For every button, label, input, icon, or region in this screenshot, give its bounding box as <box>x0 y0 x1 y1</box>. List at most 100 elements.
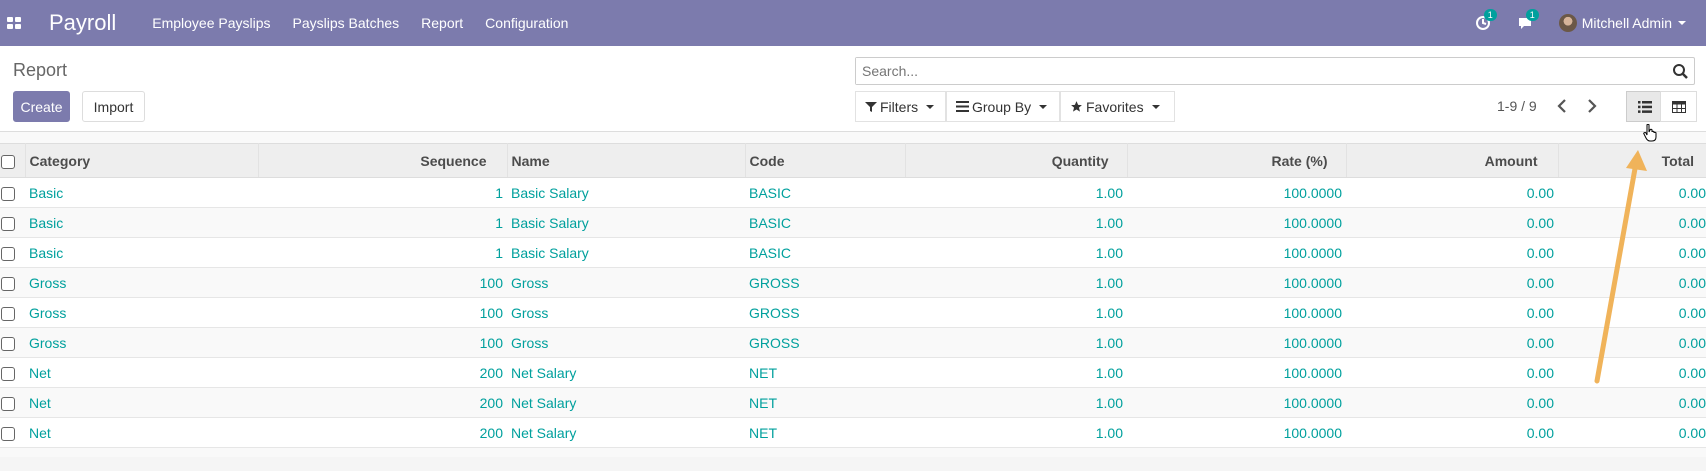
search-box <box>855 57 1695 85</box>
cell-sequence: 200 <box>258 387 507 418</box>
row-checkbox[interactable] <box>0 417 25 448</box>
search-icon[interactable] <box>1672 63 1688 79</box>
cell-code: GROSS <box>745 267 905 298</box>
activity-badge: 1 <box>1483 9 1497 21</box>
column-header-total[interactable]: Total <box>1558 143 1706 178</box>
table-row[interactable]: Net 200 Net Salary NET 1.00 100.0000 0.00 0.00 <box>0 357 1706 388</box>
menu-employee-payslips[interactable]: Employee Payslips <box>152 15 270 31</box>
cell-sequence: 100 <box>258 297 507 328</box>
chat-bubble-icon[interactable]: 1 <box>1517 9 1539 31</box>
row-checkbox[interactable] <box>0 387 25 418</box>
caret-down-icon <box>1151 104 1160 109</box>
cell-sequence: 1 <box>258 177 507 208</box>
control-panel: Report Create Import Filters Group By Fa… <box>0 46 1706 132</box>
messages-badge: 1 <box>1525 9 1539 21</box>
cell-rate: 100.0000 <box>1127 417 1346 448</box>
user-menu-name[interactable]: Mitchell Admin <box>1582 15 1672 31</box>
row-checkbox[interactable] <box>0 357 25 388</box>
filters-button[interactable]: Filters <box>855 91 946 122</box>
cell-total: 0.00 <box>1558 327 1706 358</box>
filters-label: Filters <box>880 98 919 115</box>
groupby-button[interactable]: Group By <box>946 91 1060 122</box>
column-header-code[interactable]: Code <box>745 143 906 178</box>
cell-quantity: 1.00 <box>905 177 1127 208</box>
cell-name: Basic Salary <box>507 177 745 208</box>
table-row[interactable]: Gross 100 Gross GROSS 1.00 100.0000 0.00 0.00 <box>0 297 1706 328</box>
app-name[interactable]: Payroll <box>49 10 116 36</box>
cell-name: Gross <box>507 297 745 328</box>
cell-category: Gross <box>25 327 258 358</box>
cell-category: Basic <box>25 237 258 268</box>
column-header-category[interactable]: Category <box>25 143 259 178</box>
table-row[interactable]: Gross 100 Gross GROSS 1.00 100.0000 0.00 0.00 <box>0 327 1706 358</box>
avatar[interactable] <box>1558 14 1577 32</box>
table-row[interactable]: Net 200 Net Salary NET 1.00 100.0000 0.00 0.00 <box>0 417 1706 448</box>
menu-payslips-batches[interactable]: Payslips Batches <box>293 15 400 31</box>
report-table: Category Sequence Name Code Quantity Rat… <box>0 143 1706 448</box>
cell-amount: 0.00 <box>1346 387 1558 418</box>
chevron-left-icon[interactable] <box>1556 98 1568 114</box>
column-header-quantity[interactable]: Quantity <box>905 143 1128 178</box>
import-button[interactable]: Import <box>82 91 145 122</box>
search-input[interactable] <box>856 58 1656 84</box>
list-view-button[interactable] <box>1626 91 1663 122</box>
cell-code: NET <box>745 387 905 418</box>
select-all-checkbox[interactable] <box>0 143 26 178</box>
cell-sequence: 100 <box>258 267 507 298</box>
cell-total: 0.00 <box>1558 207 1706 238</box>
row-checkbox[interactable] <box>0 177 25 208</box>
row-checkbox[interactable] <box>0 327 25 358</box>
cell-amount: 0.00 <box>1346 357 1558 388</box>
cell-amount: 0.00 <box>1346 417 1558 448</box>
footer-area <box>0 457 1706 471</box>
table-row[interactable]: Basic 1 Basic Salary BASIC 1.00 100.0000 0.00 0… <box>0 177 1706 208</box>
caret-down-icon <box>1039 104 1048 109</box>
pivot-view-button[interactable] <box>1660 91 1697 122</box>
cell-total: 0.00 <box>1558 237 1706 268</box>
caret-down-icon <box>926 104 935 109</box>
cell-sequence: 200 <box>258 357 507 388</box>
table-row[interactable]: Gross 100 Gross GROSS 1.00 100.0000 0.00 0.00 <box>0 267 1706 298</box>
cell-name: Basic Salary <box>507 237 745 268</box>
bars-icon <box>956 101 969 112</box>
create-button[interactable]: Create <box>13 91 70 122</box>
apps-grid-icon[interactable] <box>7 17 21 29</box>
cell-total: 0.00 <box>1558 387 1706 418</box>
chevron-down-icon[interactable] <box>1678 21 1686 25</box>
cell-amount: 0.00 <box>1346 327 1558 358</box>
cell-total: 0.00 <box>1558 267 1706 298</box>
cell-category: Gross <box>25 297 258 328</box>
row-checkbox[interactable] <box>0 207 25 238</box>
row-checkbox[interactable] <box>0 297 25 328</box>
cell-category: Net <box>25 387 258 418</box>
cell-category: Basic <box>25 207 258 238</box>
favorites-button[interactable]: Favorites <box>1060 91 1175 122</box>
cell-total: 0.00 <box>1558 177 1706 208</box>
cell-rate: 100.0000 <box>1127 237 1346 268</box>
column-header-rate[interactable]: Rate (%) <box>1127 143 1347 178</box>
cell-code: BASIC <box>745 237 905 268</box>
table-row[interactable]: Basic 1 Basic Salary BASIC 1.00 100.0000 0.00 0… <box>0 207 1706 238</box>
cell-code: GROSS <box>745 327 905 358</box>
table-row[interactable]: Net 200 Net Salary NET 1.00 100.0000 0.00 0.00 <box>0 387 1706 418</box>
pager-value[interactable]: 1-9 / 9 <box>1497 98 1537 114</box>
cell-rate: 100.0000 <box>1127 207 1346 238</box>
cell-sequence: 200 <box>258 417 507 448</box>
row-checkbox[interactable] <box>0 267 25 298</box>
navbar-systray: 1 1 Mitchell Admin <box>1475 0 1706 46</box>
breadcrumb: Report <box>13 60 68 80</box>
cell-amount: 0.00 <box>1346 177 1558 208</box>
table-row[interactable]: Basic 1 Basic Salary BASIC 1.00 100.0000 0.00 0… <box>0 237 1706 268</box>
column-header-name[interactable]: Name <box>507 143 746 178</box>
cell-rate: 100.0000 <box>1127 297 1346 328</box>
column-header-amount[interactable]: Amount <box>1346 143 1559 178</box>
menu-configuration[interactable]: Configuration <box>485 15 568 31</box>
menu-report[interactable]: Report <box>421 15 463 31</box>
cell-quantity: 1.00 <box>905 207 1127 238</box>
row-checkbox[interactable] <box>0 237 25 268</box>
cell-code: BASIC <box>745 207 905 238</box>
column-header-sequence[interactable]: Sequence <box>258 143 508 178</box>
clock-icon[interactable]: 1 <box>1475 9 1497 31</box>
chevron-right-icon[interactable] <box>1586 98 1598 114</box>
cell-quantity: 1.00 <box>905 357 1127 388</box>
